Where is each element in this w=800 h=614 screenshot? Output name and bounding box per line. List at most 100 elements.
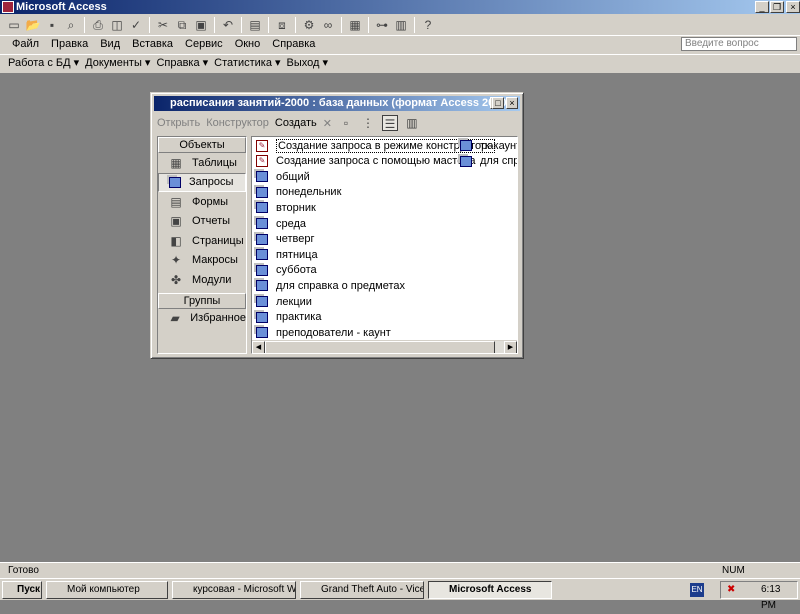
code-icon[interactable]: ⚙: [301, 17, 317, 33]
database-window: расписания занятий-2000 : база данных (ф…: [150, 92, 524, 359]
menu-edit[interactable]: Правка: [51, 36, 88, 52]
table-icon: ▦: [170, 155, 182, 170]
analyze-icon[interactable]: ⧈: [274, 17, 290, 33]
menu-help[interactable]: Справка: [272, 36, 315, 52]
taskbar-my-computer[interactable]: Мой компьютер: [46, 581, 168, 599]
menu-documents[interactable]: Документы ▾: [85, 55, 150, 71]
query-list-item[interactable]: пятница: [256, 247, 318, 262]
macro-icon: ✦: [170, 253, 182, 268]
query-list-item[interactable]: лекции: [256, 294, 312, 309]
query-list-item[interactable]: вторник: [256, 200, 316, 215]
query-list-item[interactable]: среда: [256, 216, 306, 231]
start-button[interactable]: Пуск: [2, 581, 42, 599]
query-list-item[interactable]: преподователи - каунт: [256, 325, 391, 340]
menu-statistics[interactable]: Статистика ▾: [214, 55, 280, 71]
object-tables[interactable]: ▦ Таблицы: [158, 153, 246, 173]
menu-exit[interactable]: Выход ▾: [287, 55, 329, 71]
save-icon[interactable]: ▪: [44, 17, 60, 33]
db-close-button[interactable]: ×: [506, 97, 518, 109]
taskbar: Пуск Мой компьютер курсовая - Microsoft …: [0, 578, 800, 611]
open-icon[interactable]: 📂: [25, 17, 41, 33]
query-list-item[interactable]: практика: [256, 310, 321, 325]
menu-file[interactable]: Файл: [12, 36, 39, 52]
favorites-folder-icon: ▰: [170, 311, 180, 326]
office-links-icon[interactable]: ▤: [247, 17, 263, 33]
script-icon[interactable]: ∞: [320, 17, 336, 33]
status-bar: Готово NUM: [0, 562, 800, 578]
small-icons-icon[interactable]: ⋮: [360, 115, 376, 131]
query-icon: [256, 202, 268, 214]
query-icon: [256, 280, 268, 292]
spelling-icon[interactable]: ✓: [128, 17, 144, 33]
menu-window[interactable]: Окно: [235, 36, 261, 52]
query-list-item[interactable]: четверг: [256, 232, 315, 247]
close-button[interactable]: ×: [786, 1, 800, 13]
objects-header[interactable]: Объекты: [158, 137, 246, 153]
object-modules[interactable]: ✤ Модули: [158, 270, 246, 290]
create-button[interactable]: Создать: [275, 117, 317, 129]
open-button[interactable]: Открыть: [157, 117, 200, 129]
db-maximize-button[interactable]: □: [492, 97, 504, 109]
list-view-icon[interactable]: ☰: [381, 115, 398, 131]
restore-button[interactable]: ❐: [770, 1, 784, 13]
paste-icon[interactable]: ▣: [193, 17, 209, 33]
new-object-icon[interactable]: ▥: [393, 17, 409, 33]
group-favorites[interactable]: ▰ Избранное: [158, 309, 247, 329]
scroll-left-button[interactable]: ◀: [252, 341, 265, 353]
menu-insert[interactable]: Вставка: [132, 36, 173, 52]
details-view-icon[interactable]: ▥: [404, 115, 420, 131]
groups-header[interactable]: Группы: [158, 292, 246, 309]
taskbar-word[interactable]: курсовая - Microsoft Word: [172, 581, 296, 599]
cut-icon[interactable]: ✂: [155, 17, 171, 33]
taskbar-access[interactable]: Microsoft Access: [428, 581, 552, 599]
design-button[interactable]: Конструктор: [206, 117, 269, 129]
horizontal-scrollbar[interactable]: ◀ ▶: [252, 340, 517, 353]
properties-icon[interactable]: ▦: [347, 17, 363, 33]
objects-bar: Объекты ▦ Таблицы Запросы ▤ Формы ▣ Отчеты …: [157, 136, 247, 354]
object-macros[interactable]: ✦ Макросы: [158, 251, 246, 271]
help-icon[interactable]: ?: [420, 17, 436, 33]
minimize-button[interactable]: _: [755, 1, 769, 13]
undo-icon[interactable]: ↶: [220, 17, 236, 33]
app-title-bar: Microsoft Access: [0, 0, 800, 14]
scroll-thumb[interactable]: [265, 341, 495, 353]
query-icon: [256, 249, 268, 261]
delete-icon[interactable]: ✕: [323, 117, 332, 130]
query-list-item[interactable]: ✎ Создание запроса с помощью мастера: [256, 154, 476, 169]
query-list-item[interactable]: понедельник: [256, 185, 341, 200]
database-toolbar: Открыть Конструктор Создать ✕ ▫ ⋮ ☰ ▥: [157, 114, 420, 132]
query-icon: [256, 171, 268, 183]
query-list-item[interactable]: для справка о предметах: [256, 278, 405, 293]
taskbar-gta[interactable]: Grand Theft Auto - Vice ...: [300, 581, 424, 599]
language-indicator[interactable]: EN: [690, 583, 704, 597]
large-icons-icon[interactable]: ▫: [338, 115, 354, 131]
object-forms[interactable]: ▤ Формы: [158, 192, 246, 212]
num-lock-indicator: NUM: [722, 565, 745, 576]
object-pages[interactable]: ◧ Страницы: [158, 231, 246, 251]
query-list-item[interactable]: суббота: [256, 263, 317, 278]
print-icon[interactable]: ⎙: [90, 17, 106, 33]
menu-db-work[interactable]: Работа с БД ▾: [8, 55, 79, 71]
query-list-item[interactable]: тк-каунт: [460, 138, 517, 153]
menu-reference[interactable]: Справка ▾: [156, 55, 208, 71]
scroll-right-button[interactable]: ▶: [504, 341, 517, 353]
query-list-item[interactable]: общий: [256, 169, 310, 184]
queries-list: ◀ ▶ ✎ Создание запроса в режиме конструкт…: [251, 136, 518, 354]
custom-toolbar: Работа с БД ▾ Документы ▾ Справка ▾ Стат…: [0, 54, 800, 74]
menu-tools[interactable]: Сервис: [185, 36, 223, 52]
wizard-icon: ✎: [256, 155, 268, 168]
search-file-icon[interactable]: ⌕: [63, 17, 79, 33]
relationships-icon[interactable]: ⊶: [374, 17, 390, 33]
ask-question-input[interactable]: Введите вопрос: [681, 37, 797, 51]
report-icon: ▣: [170, 214, 182, 229]
new-icon[interactable]: ▭: [6, 17, 22, 33]
preview-icon[interactable]: ◫: [109, 17, 125, 33]
object-queries[interactable]: Запросы: [158, 172, 246, 192]
object-reports[interactable]: ▣ Отчеты: [158, 212, 246, 232]
copy-icon[interactable]: ⧉: [174, 17, 190, 33]
query-icon: [256, 233, 268, 245]
menu-view[interactable]: Вид: [100, 36, 120, 52]
query-list-item[interactable]: для спра: [460, 154, 517, 169]
page-icon: ◧: [170, 233, 182, 248]
menu-bar: Файл Правка Вид Вставка Сервис Окно Спра…: [0, 35, 800, 54]
